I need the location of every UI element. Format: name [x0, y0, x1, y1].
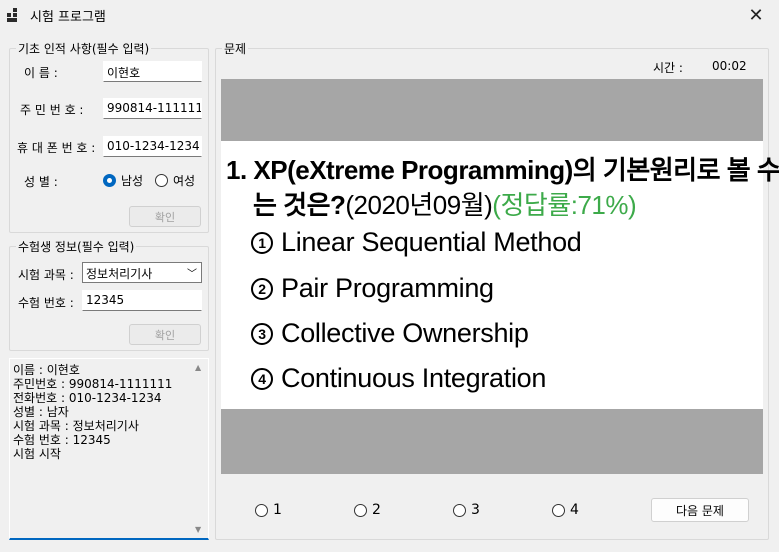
question-option: 2 Pair Programming — [251, 273, 494, 304]
basic-info-legend: 기초 인적 사항(필수 입력) — [16, 40, 152, 57]
answer-radio-3[interactable]: 3 — [453, 502, 480, 518]
exam-info-legend: 수험생 정보(필수 입력) — [16, 238, 137, 255]
subject-value: 정보처리기사 — [86, 267, 153, 281]
question-content: 1. XP(eXtreme Programming)의 기본원리로 볼 수 없 … — [221, 141, 779, 409]
answer-label: 2 — [372, 502, 381, 518]
app-icon — [7, 8, 21, 22]
name-field[interactable]: 이현호 — [103, 61, 202, 82]
phone-field[interactable]: 010-1234-1234 — [103, 136, 202, 157]
radio-unchecked-icon — [255, 503, 268, 517]
subject-label: 시험 과목 : — [18, 268, 74, 282]
window-title: 시험 프로그램 — [30, 10, 106, 25]
radio-checked-icon — [103, 174, 116, 187]
question-legend: 문제 — [222, 40, 249, 57]
scroll-up-icon[interactable]: ▲ — [195, 363, 201, 372]
question-option: 1 Linear Sequential Method — [251, 227, 582, 258]
phone-label: 휴 대 폰 번 호 : — [17, 141, 96, 155]
log-textbox[interactable]: 이름 : 이현호 주민번호 : 990814-1111111 전화번호 : 01… — [9, 358, 209, 540]
subject-select[interactable]: 정보처리기사 ﹀ — [82, 262, 202, 283]
ssn-field[interactable]: 990814-1111111 — [103, 98, 202, 119]
circled-number-icon: 4 — [251, 367, 273, 390]
log-line: 시험 과목 : 정보처리기사 — [13, 419, 139, 433]
circled-number-icon: 3 — [251, 322, 273, 345]
question-image: 1. XP(eXtreme Programming)의 기본원리로 볼 수 없 … — [221, 79, 779, 474]
log-line: 주민번호 : 990814-1111111 — [13, 377, 173, 391]
radio-unchecked-icon — [354, 503, 367, 517]
gender-male-radio[interactable]: 남성 — [103, 172, 143, 189]
log-scrollbar[interactable]: ▲ ▼ — [191, 359, 208, 538]
log-line: 수험 번호 : 12345 — [13, 433, 111, 447]
radio-unchecked-icon — [155, 174, 168, 187]
chevron-down-icon: ﹀ — [187, 269, 197, 280]
answer-label: 3 — [471, 502, 480, 518]
gender-female-radio[interactable]: 여성 — [155, 172, 195, 189]
answer-label: 1 — [273, 502, 282, 518]
log-lines: 이름 : 이현호 주민번호 : 990814-1111111 전화번호 : 01… — [13, 363, 172, 461]
exam-number-field[interactable]: 12345 — [82, 290, 202, 311]
next-question-button[interactable]: 다음 문제 — [651, 498, 749, 522]
title-bar: 시험 프로그램 ✕ — [0, 0, 779, 30]
log-line: 전화번호 : 010-1234-1234 — [13, 391, 162, 405]
log-line: 성별 : 남자 — [13, 405, 69, 419]
question-line-1: 1. XP(eXtreme Programming)의 기본원리로 볼 수 없 — [226, 155, 779, 185]
answer-label: 4 — [570, 502, 579, 518]
gender-male-label: 남성 — [121, 174, 144, 188]
basic-info-confirm-button[interactable]: 확인 — [129, 206, 201, 227]
close-button[interactable]: ✕ — [733, 0, 779, 30]
question-option: 3 Collective Ownership — [251, 318, 529, 349]
radio-unchecked-icon — [453, 503, 466, 517]
log-line: 이름 : 이현호 — [13, 363, 80, 377]
answer-radio-4[interactable]: 4 — [552, 502, 579, 518]
exam-info-confirm-button[interactable]: 확인 — [129, 324, 201, 345]
question-line-2: 는 것은?(2020년09월)(정답률:71%) — [253, 190, 637, 220]
log-line: 시험 시작 — [13, 447, 61, 461]
answer-radio-1[interactable]: 1 — [255, 502, 282, 518]
time-value: 00:02 — [712, 59, 747, 73]
circled-number-icon: 1 — [251, 231, 273, 254]
gender-female-label: 여성 — [173, 174, 196, 188]
radio-unchecked-icon — [552, 503, 565, 517]
scroll-down-icon[interactable]: ▼ — [195, 525, 201, 534]
answer-radio-2[interactable]: 2 — [354, 502, 381, 518]
name-label: 이 름 : — [24, 66, 58, 80]
time-label: 시간 : — [653, 61, 683, 75]
circled-number-icon: 2 — [251, 277, 273, 300]
ssn-label: 주 민 번 호 : — [20, 103, 84, 117]
exam-number-label: 수험 번호 : — [18, 296, 74, 310]
question-option: 4 Continuous Integration — [251, 363, 546, 394]
gender-label: 성 별 : — [24, 175, 58, 189]
